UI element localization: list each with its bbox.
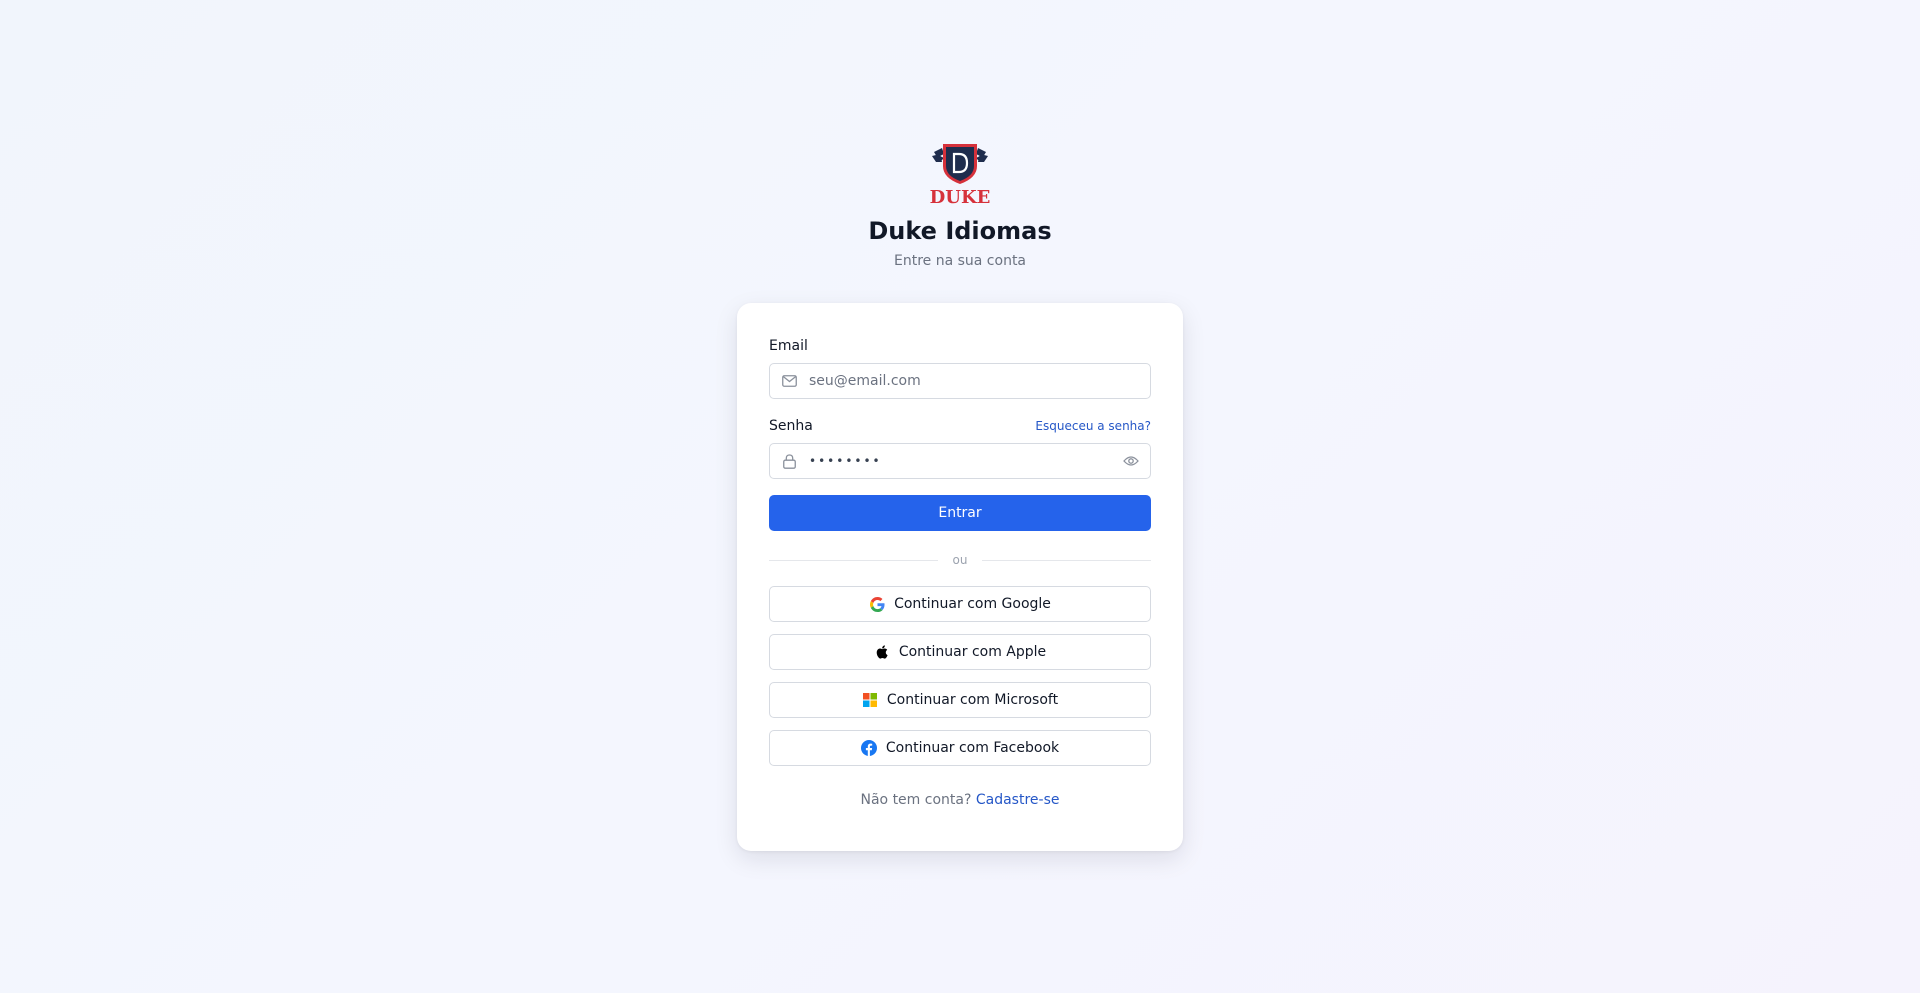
google-icon xyxy=(869,596,885,612)
lock-icon xyxy=(781,453,797,469)
signup-prompt-text: Não tem conta? xyxy=(860,792,972,808)
or-divider: ou xyxy=(769,553,1152,567)
brand-header: DUKE Duke Idiomas Entre na sua conta xyxy=(0,140,1920,270)
divider-text: ou xyxy=(952,553,968,567)
login-page: DUKE Duke Idiomas Entre na sua conta Ema… xyxy=(0,0,1920,993)
signup-link[interactable]: Cadastre-se xyxy=(976,792,1060,808)
divider-line-left xyxy=(769,559,938,561)
duke-logo: DUKE xyxy=(930,140,990,208)
microsoft-icon xyxy=(862,692,878,708)
apple-login-button[interactable]: Continuar com Apple xyxy=(769,634,1151,670)
divider-line-right xyxy=(982,559,1152,561)
eye-icon[interactable] xyxy=(1122,452,1140,470)
email-label: Email xyxy=(769,338,808,354)
microsoft-login-label: Continuar com Microsoft xyxy=(886,692,1059,708)
email-input[interactable] xyxy=(809,364,1140,398)
google-login-label: Continuar com Google xyxy=(894,596,1051,612)
svg-text:DUKE: DUKE xyxy=(930,187,990,206)
apple-icon xyxy=(874,644,890,660)
password-field-wrapper[interactable] xyxy=(769,443,1151,479)
password-label-row: Senha Esqueceu a senha? xyxy=(769,417,1151,435)
microsoft-login-button[interactable]: Continuar com Microsoft xyxy=(769,682,1151,718)
facebook-icon xyxy=(860,740,877,756)
app-title: Duke Idiomas xyxy=(868,217,1052,245)
signup-prompt: Não tem conta? Cadastre-se xyxy=(769,792,1151,808)
google-login-button[interactable]: Continuar com Google xyxy=(769,586,1151,622)
email-field-wrapper[interactable] xyxy=(769,363,1151,399)
social-login-group: Continuar com Google Continuar com Apple xyxy=(769,586,1151,766)
password-label: Senha xyxy=(769,418,813,434)
mail-icon xyxy=(781,373,797,389)
apple-login-label: Continuar com Apple xyxy=(898,644,1047,660)
password-input[interactable] xyxy=(809,444,1122,478)
login-card: Email Senha Esqueceu a senha? xyxy=(737,303,1183,851)
forgot-password-link[interactable]: Esqueceu a senha? xyxy=(1035,419,1151,433)
login-button[interactable]: Entrar xyxy=(769,495,1151,531)
facebook-login-button[interactable]: Continuar com Facebook xyxy=(769,730,1151,766)
facebook-login-label: Continuar com Facebook xyxy=(885,740,1060,756)
app-subtitle: Entre na sua conta xyxy=(893,253,1027,269)
